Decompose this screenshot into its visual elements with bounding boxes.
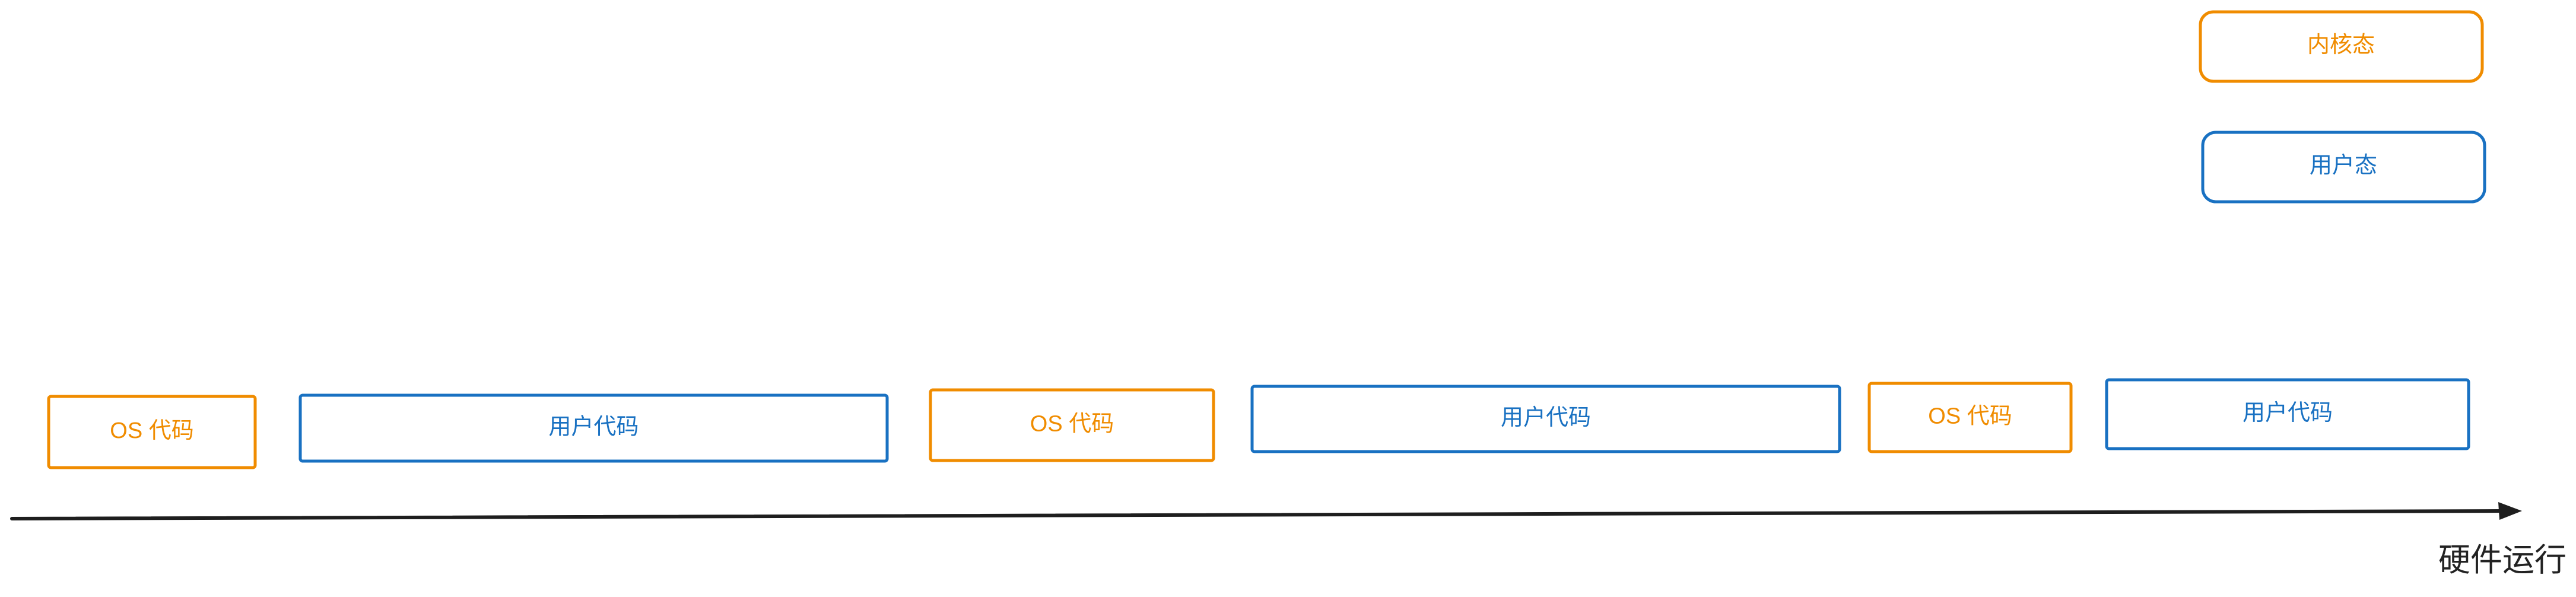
- segment-label-4: 用户代码: [1501, 405, 1591, 430]
- segment-label-5: OS 代码: [1928, 404, 2012, 429]
- segment-label-6: 用户代码: [2243, 401, 2333, 425]
- timeline-diagram: 内核态 用户态 OS 代码 用户代码 OS 代码 用户代码 OS 代码 用户代码 硬件运行: [10, 10, 2567, 578]
- segment-label-1: OS 代码: [110, 418, 193, 443]
- legend-user-label: 用户态: [2310, 153, 2377, 178]
- legend: 内核态 用户态: [2199, 10, 2486, 204]
- time-axis-arrowhead: [2498, 502, 2522, 520]
- timeline-segments: OS 代码 用户代码 OS 代码 用户代码 OS 代码 用户代码: [47, 378, 2470, 469]
- legend-kernel-label: 内核态: [2307, 33, 2375, 58]
- time-axis-label: 硬件运行: [2438, 542, 2567, 578]
- segment-label-3: OS 代码: [1030, 412, 1114, 437]
- time-axis-line: [10, 509, 2503, 520]
- segment-label-2: 用户代码: [548, 415, 639, 440]
- time-axis: 硬件运行: [10, 502, 2567, 578]
